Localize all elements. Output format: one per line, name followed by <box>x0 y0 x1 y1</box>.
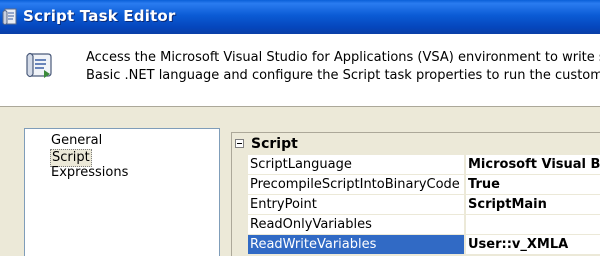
window-title: Script Task Editor <box>23 7 176 25</box>
description-line-2: Basic .NET language and configure the Sc… <box>86 68 600 83</box>
property-value[interactable]: True <box>466 175 600 194</box>
property-row-entrypoint[interactable]: EntryPoint ScriptMain <box>248 194 600 214</box>
property-name: PrecompileScriptIntoBinaryCode <box>248 175 465 194</box>
editor-header: Access the Microsoft Visual Studio for A… <box>0 34 600 107</box>
nav-item-expressions[interactable]: Expressions <box>50 165 129 181</box>
property-value[interactable]: User::v_XMLA <box>466 235 600 254</box>
category-label: Script <box>251 136 298 152</box>
property-name: EntryPoint <box>248 195 465 214</box>
script-task-icon <box>2 8 18 26</box>
property-value[interactable]: ScriptMain <box>466 195 600 214</box>
property-row-readwritevariables[interactable]: ReadWriteVariables User::v_XMLA <box>248 234 600 254</box>
property-name: ReadWriteVariables <box>248 235 465 254</box>
property-grid: Script ScriptLanguage Microsoft Visual B… <box>231 132 600 256</box>
property-value[interactable]: Microsoft Visual Bas <box>466 155 600 174</box>
title-bar[interactable]: Script Task Editor <box>0 0 600 34</box>
property-row-precompile[interactable]: PrecompileScriptIntoBinaryCode True <box>248 174 600 194</box>
property-row-scriptlanguage[interactable]: ScriptLanguage Microsoft Visual Bas <box>248 154 600 174</box>
nav-item-general[interactable]: General <box>50 133 103 149</box>
property-name: ReadOnlyVariables <box>248 215 465 234</box>
description-line-1: Access the Microsoft Visual Studio for A… <box>86 50 600 65</box>
property-row-readonlyvariables[interactable]: ReadOnlyVariables <box>248 214 600 234</box>
navigation-panel: General Script Expressions <box>24 128 220 256</box>
header-description: Access the Microsoft Visual Studio for A… <box>86 49 600 85</box>
collapse-icon[interactable] <box>235 139 244 148</box>
category-row-script[interactable]: Script <box>232 134 600 154</box>
property-name: ScriptLanguage <box>248 155 465 174</box>
script-scroll-icon <box>24 50 54 80</box>
property-value[interactable] <box>466 215 600 234</box>
